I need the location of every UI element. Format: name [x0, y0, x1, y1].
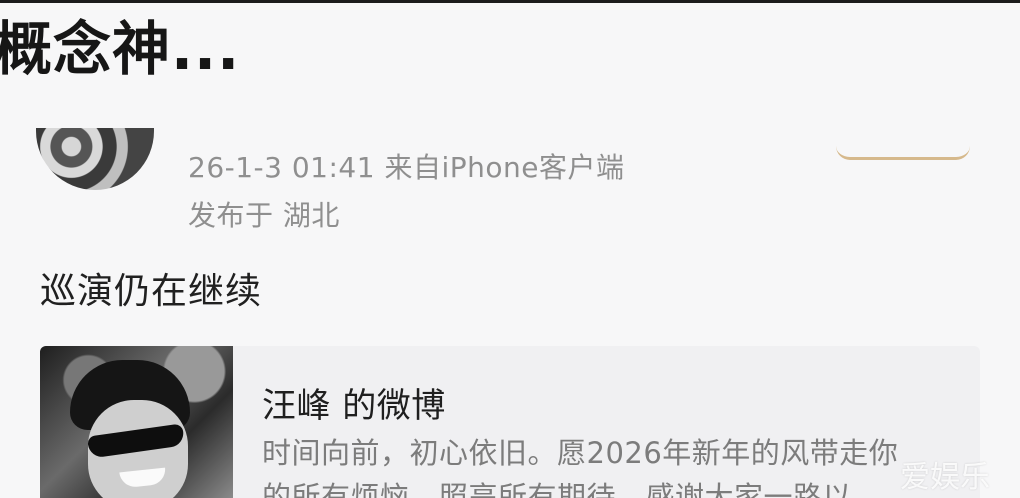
top-divider — [0, 0, 1020, 3]
post-location: 发布于 湖北 — [188, 199, 340, 232]
post-timestamp: 26-1-3 01:41 — [188, 151, 376, 184]
page-headline: 概念神... — [0, 15, 241, 83]
card-thumbnail-image — [40, 346, 233, 498]
card-description-line1: 时间向前，初心依旧。愿2026年新年的风带走你 — [262, 436, 899, 470]
card-description-line2: 的所有烦恼，照亮所有期待。感谢大家一路以… — [262, 480, 882, 498]
card-title: 汪峰 的微博 — [262, 386, 446, 426]
shared-weibo-card[interactable]: 汪峰 的微博 时间向前，初心依旧。愿2026年新年的风带走你 的所有烦恼，照亮所… — [40, 346, 980, 498]
post-body-text: 巡演仍在继续 — [40, 271, 263, 312]
watermark-text: 爱娱乐 — [900, 460, 990, 495]
post-meta: 26-1-3 01:41 来自iPhone客户端 — [188, 146, 624, 186]
user-avatar[interactable] — [36, 128, 154, 190]
post-source: 来自iPhone客户端 — [384, 151, 625, 184]
follow-button-edge[interactable] — [836, 146, 970, 160]
